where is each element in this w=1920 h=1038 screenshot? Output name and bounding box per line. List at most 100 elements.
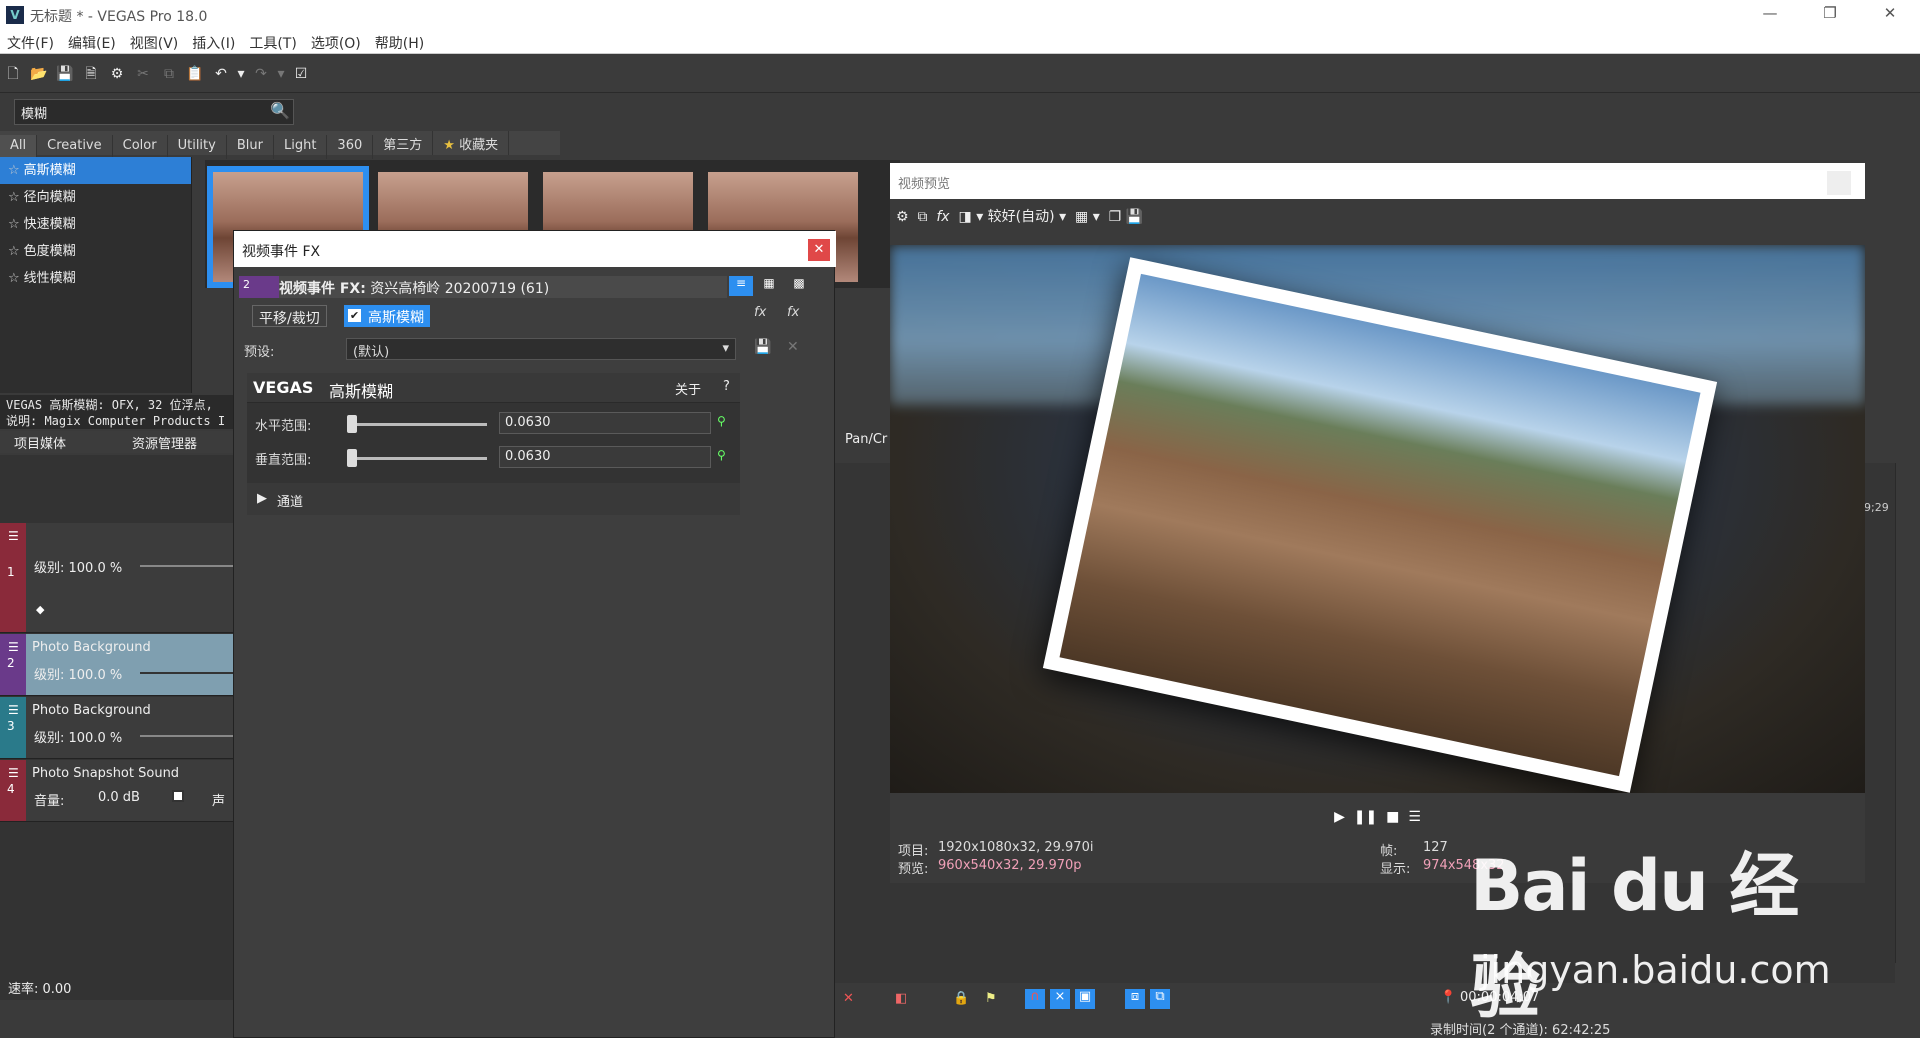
about-link[interactable]: 关于 — [675, 379, 701, 398]
horizontal-range-input[interactable]: 0.0630 — [499, 412, 711, 434]
fx-item-chroma-blur[interactable]: ☆ 色度模糊 — [0, 238, 191, 265]
chevron-down-icon[interactable]: ▾ — [1093, 209, 1100, 225]
chevron-down-icon[interactable]: ▾ — [976, 209, 983, 225]
horizontal-range-slider[interactable] — [347, 423, 487, 426]
chain-view-grid-icon[interactable]: ▦ — [757, 276, 781, 296]
track-header[interactable]: ☰ 1 级别: 100.0 % ◆ — [0, 523, 235, 633]
copy-snapshot-icon[interactable]: ❐ — [1109, 209, 1122, 225]
lock-icon[interactable]: 🔒 — [953, 991, 969, 1006]
fx-item-fast-blur[interactable]: ☆ 快速模糊 — [0, 211, 191, 238]
save-snapshot-icon[interactable]: 💾 — [1126, 209, 1143, 225]
level-slider[interactable] — [140, 672, 235, 674]
gear-icon[interactable]: ⚙ — [106, 63, 128, 85]
menu-file[interactable]: 文件(F) — [0, 30, 61, 56]
fx-remove-icon[interactable]: fx — [787, 305, 799, 320]
search-icon[interactable]: 🔍 — [270, 101, 290, 120]
vertical-scrollbar[interactable] — [1895, 463, 1920, 963]
tab-light[interactable]: Light — [274, 135, 328, 159]
gear-icon[interactable]: ⚙ — [896, 209, 909, 225]
close-icon[interactable]: ✕ — [808, 239, 830, 261]
keyframe-animate-icon[interactable]: ⚲ — [717, 448, 726, 462]
close-window-button[interactable]: ✕ — [1875, 4, 1905, 26]
redo-icon[interactable]: ↷ — [250, 63, 272, 85]
tab-creative[interactable]: Creative — [37, 135, 113, 159]
delete-icon[interactable]: ✕ — [843, 991, 854, 1006]
redo-dropdown-icon[interactable]: ▾ — [276, 63, 286, 85]
tab-favorites[interactable]: ★ 收藏夹 — [433, 131, 510, 155]
menu-tools[interactable]: 工具(T) — [242, 30, 303, 56]
track-name[interactable]: Photo Snapshot Sound — [32, 766, 179, 781]
chain-view-list-icon[interactable]: ≡ — [729, 276, 753, 296]
menu-help[interactable]: 帮助(H) — [368, 30, 431, 56]
level-slider[interactable] — [140, 735, 235, 737]
checkbox-checked-icon[interactable]: ✔ — [348, 309, 361, 322]
tab-project-media[interactable]: 项目媒体 — [14, 433, 66, 452]
track-name[interactable]: Photo Background — [32, 703, 151, 718]
play-icon[interactable]: ▶ — [1334, 809, 1345, 825]
menu-icon[interactable]: ☰ — [8, 703, 19, 717]
track-header[interactable]: ☰ 3 Photo Background 级别: 100.0 % — [0, 697, 235, 759]
plugin-tab-pan-crop[interactable]: 平移/裁切 — [252, 305, 327, 327]
save-preset-icon[interactable]: 💾 — [754, 339, 771, 355]
level-slider[interactable] — [140, 565, 235, 567]
copy-frame-icon[interactable]: ⧉ — [917, 209, 927, 225]
auto-crossfade-icon[interactable]: ⨯ — [1050, 989, 1070, 1009]
slider-thumb[interactable] — [347, 415, 357, 433]
marker-icon[interactable]: ⚑ — [985, 991, 997, 1006]
minimize-button[interactable]: — — [1755, 4, 1785, 26]
trim-icon[interactable]: ◧ — [895, 991, 907, 1006]
keyframe-icon[interactable]: ◆ — [36, 603, 44, 616]
fx-search-input[interactable]: 模糊 — [14, 99, 294, 125]
preset-dropdown[interactable]: (默认) ▾ — [346, 338, 736, 360]
fx-item-gaussian-blur[interactable]: ☆ 高斯模糊 — [0, 157, 191, 184]
fx-icon[interactable]: fx — [936, 209, 949, 225]
menu-icon[interactable]: ☰ — [8, 529, 19, 543]
track-name[interactable]: Photo Background — [32, 640, 151, 655]
split-screen-icon[interactable]: ◨ — [959, 209, 972, 225]
volume-slider-thumb[interactable] — [172, 790, 184, 802]
snap-icon[interactable]: ∩ — [1025, 989, 1045, 1009]
tab-360[interactable]: 360 — [327, 135, 374, 159]
paste-icon[interactable]: 📋 — [184, 63, 206, 85]
undo-icon[interactable]: ↶ — [210, 63, 232, 85]
fx-item-radial-blur[interactable]: ☆ 径向模糊 — [0, 184, 191, 211]
menu-view[interactable]: 视图(V) — [123, 30, 186, 56]
lock-envelopes-icon[interactable]: ⧈ — [1125, 989, 1145, 1009]
menu-insert[interactable]: 插入(I) — [185, 30, 242, 56]
vertical-range-input[interactable]: 0.0630 — [499, 446, 711, 468]
fx-add-icon[interactable]: fx — [754, 305, 766, 320]
undo-dropdown-icon[interactable]: ▾ — [236, 63, 246, 85]
copy-icon[interactable]: ⧉ — [158, 63, 180, 85]
preview-quality[interactable]: 较好(自动) — [988, 209, 1055, 225]
preview-close-button[interactable] — [1827, 171, 1851, 195]
pause-icon[interactable]: ❚❚ — [1354, 809, 1377, 825]
tab-blur[interactable]: Blur — [227, 135, 274, 159]
plugin-tab-gaussian-blur[interactable]: ✔ 高斯模糊 — [344, 305, 430, 327]
new-file-icon[interactable]: 🗋 — [2, 63, 24, 85]
delete-preset-icon[interactable]: ✕ — [787, 339, 799, 355]
menu-icon[interactable]: ☰ — [8, 766, 19, 780]
tab-explorer[interactable]: 资源管理器 — [132, 433, 197, 452]
chevron-down-icon[interactable]: ▾ — [1059, 209, 1066, 225]
menu-edit[interactable]: 编辑(E) — [61, 30, 123, 56]
track-header[interactable]: ☰ 4 Photo Snapshot Sound 音量: 0.0 dB 声 — [0, 760, 235, 822]
render-icon[interactable]: 🗎 — [80, 63, 102, 85]
cut-icon[interactable]: ✂ — [132, 63, 154, 85]
tab-utility[interactable]: Utility — [168, 135, 227, 159]
grid-icon[interactable]: ▦ — [1075, 209, 1088, 225]
vertical-range-slider[interactable] — [347, 457, 487, 460]
stop-icon[interactable]: ■ — [1386, 809, 1399, 825]
save-icon[interactable]: 💾 — [54, 63, 76, 85]
open-folder-icon[interactable]: 📂 — [28, 63, 50, 85]
check-icon[interactable]: ☑ — [290, 63, 312, 85]
tab-color[interactable]: Color — [113, 135, 168, 159]
menu-icon[interactable]: ☰ — [8, 640, 19, 654]
keyframe-animate-icon[interactable]: ⚲ — [717, 414, 726, 428]
menu-icon[interactable]: ☰ — [1408, 809, 1421, 825]
tab-all[interactable]: All — [0, 135, 38, 159]
menu-options[interactable]: 选项(O) — [304, 30, 368, 56]
chain-view-tiles-icon[interactable]: ▩ — [787, 276, 811, 296]
restore-button[interactable]: ❐ — [1815, 4, 1845, 26]
help-button[interactable]: ? — [723, 379, 730, 394]
channel-section[interactable]: ▶ 通道 — [247, 483, 740, 515]
